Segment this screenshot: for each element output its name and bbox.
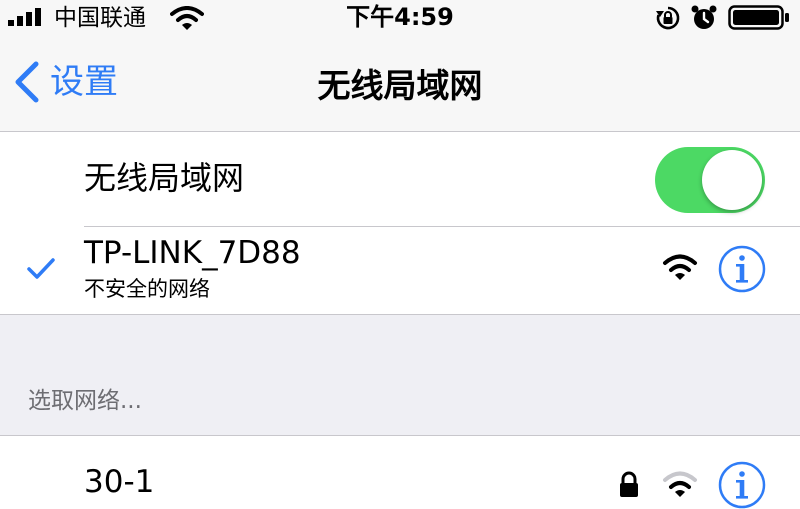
alarm-icon bbox=[691, 5, 717, 29]
wifi-toggle-switch[interactable] bbox=[655, 147, 765, 213]
toggle-knob bbox=[702, 150, 762, 210]
connected-network-name: TP-LINK_7D88 bbox=[84, 235, 301, 271]
wifi-signal-icon bbox=[663, 471, 697, 497]
available-networks-group: 30-1 bbox=[0, 435, 800, 509]
battery-icon bbox=[728, 5, 789, 30]
choose-network-header: 选取网络... bbox=[28, 388, 142, 414]
checkmark-icon bbox=[27, 258, 55, 279]
status-bar: 中国联通 下午4:59 bbox=[0, 0, 800, 36]
info-icon[interactable] bbox=[718, 245, 766, 293]
wifi-signal-icon bbox=[663, 254, 697, 280]
navigation-bar: 设置 无线局域网 bbox=[0, 36, 800, 132]
connected-network-subtitle: 不安全的网络 bbox=[84, 277, 210, 301]
network-name: 30-1 bbox=[84, 464, 155, 500]
wifi-toggle-label: 无线局域网 bbox=[84, 159, 245, 197]
network-row[interactable]: 30-1 bbox=[0, 436, 800, 509]
rotation-lock-icon bbox=[656, 6, 680, 30]
wifi-toggle-row: 无线局域网 bbox=[0, 132, 800, 226]
connected-network-row[interactable]: TP-LINK_7D88 不安全的网络 bbox=[0, 227, 800, 314]
lock-icon bbox=[620, 471, 638, 497]
page-title: 无线局域网 bbox=[317, 66, 483, 105]
info-icon[interactable] bbox=[718, 461, 766, 509]
wifi-settings-group: 无线局域网 TP-LINK_7D88 不安全的网络 bbox=[0, 132, 800, 315]
